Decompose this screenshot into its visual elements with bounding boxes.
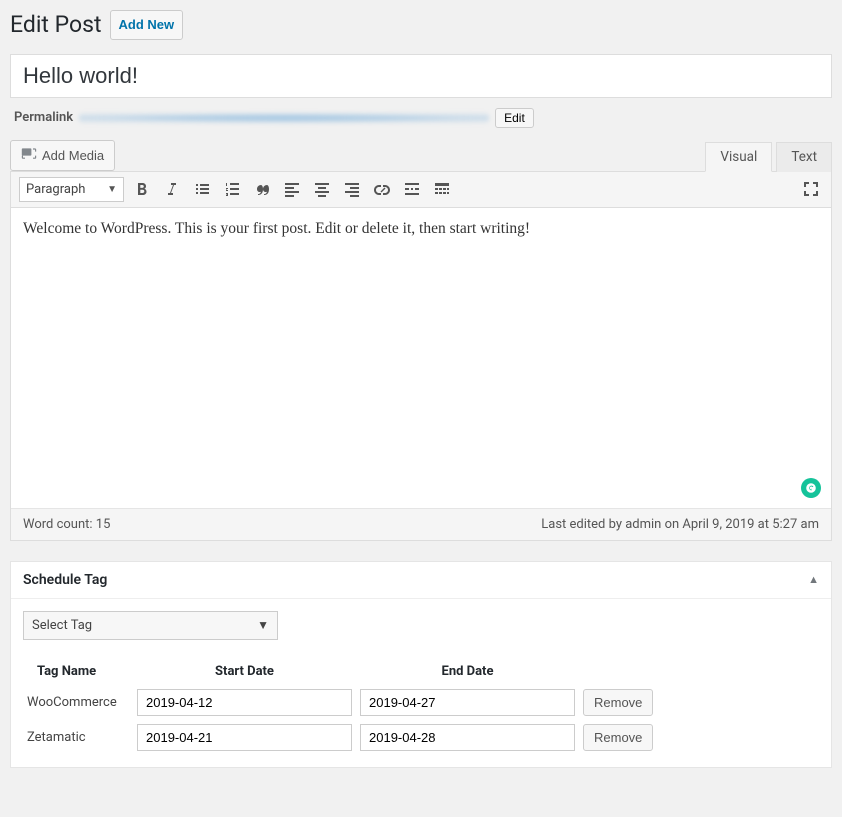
schedule-tag-metabox: Schedule Tag ▲ Select Tag ▼ Tag Name Sta…: [10, 561, 832, 768]
permalink-label: Permalink: [14, 110, 73, 125]
bold-button[interactable]: [130, 177, 154, 201]
select-tag-dropdown[interactable]: Select Tag ▼: [23, 611, 278, 640]
table-row: WooCommerce Remove: [23, 685, 819, 720]
schedule-tag-title: Schedule Tag: [23, 572, 107, 588]
page-title: Edit Post: [10, 10, 102, 40]
remove-button[interactable]: Remove: [583, 724, 653, 751]
permalink-url: [79, 111, 489, 125]
fullscreen-button[interactable]: [799, 177, 823, 201]
start-date-input[interactable]: [137, 724, 352, 751]
tab-visual[interactable]: Visual: [705, 142, 772, 172]
table-row: Zetamatic Remove: [23, 720, 819, 755]
align-center-button[interactable]: [310, 177, 334, 201]
link-button[interactable]: [370, 177, 394, 201]
col-end-date: End Date: [356, 658, 579, 685]
format-select[interactable]: Paragraph ▼: [19, 177, 124, 202]
post-title-input[interactable]: [10, 54, 832, 98]
align-right-button[interactable]: [340, 177, 364, 201]
add-media-button[interactable]: Add Media: [10, 140, 115, 171]
start-date-input[interactable]: [137, 689, 352, 716]
editor: Paragraph ▼ Welcome to WordPress. This i…: [10, 171, 832, 541]
post-content: Welcome to WordPress. This is your first…: [23, 220, 530, 237]
italic-button[interactable]: [160, 177, 184, 201]
end-date-input[interactable]: [360, 724, 575, 751]
last-edited: Last edited by admin on April 9, 2019 at…: [541, 517, 819, 532]
format-selected: Paragraph: [26, 182, 85, 197]
schedule-table: Tag Name Start Date End Date WooCommerce…: [23, 658, 819, 755]
grammarly-icon[interactable]: [801, 478, 821, 498]
add-new-button[interactable]: Add New: [110, 10, 184, 40]
numbered-list-button[interactable]: [220, 177, 244, 201]
col-start-date: Start Date: [133, 658, 356, 685]
add-media-label: Add Media: [42, 148, 104, 163]
remove-button[interactable]: Remove: [583, 689, 653, 716]
tag-name-cell: WooCommerce: [23, 685, 133, 720]
permalink-edit-button[interactable]: Edit: [495, 108, 534, 128]
metabox-toggle-icon[interactable]: ▲: [808, 573, 819, 586]
col-tag-name: Tag Name: [23, 658, 133, 685]
select-tag-placeholder: Select Tag: [32, 618, 92, 633]
word-count: Word count: 15: [23, 517, 110, 532]
blockquote-button[interactable]: [250, 177, 274, 201]
toolbar-toggle-button[interactable]: [430, 177, 454, 201]
editor-toolbar: Paragraph ▼: [11, 172, 831, 208]
align-left-button[interactable]: [280, 177, 304, 201]
end-date-input[interactable]: [360, 689, 575, 716]
tag-name-cell: Zetamatic: [23, 720, 133, 755]
chevron-down-icon: ▼: [257, 618, 269, 632]
editor-content[interactable]: Welcome to WordPress. This is your first…: [11, 208, 831, 508]
media-icon: [21, 146, 37, 165]
tab-text[interactable]: Text: [776, 142, 832, 172]
chevron-down-icon: ▼: [107, 184, 117, 195]
bullet-list-button[interactable]: [190, 177, 214, 201]
read-more-button[interactable]: [400, 177, 424, 201]
